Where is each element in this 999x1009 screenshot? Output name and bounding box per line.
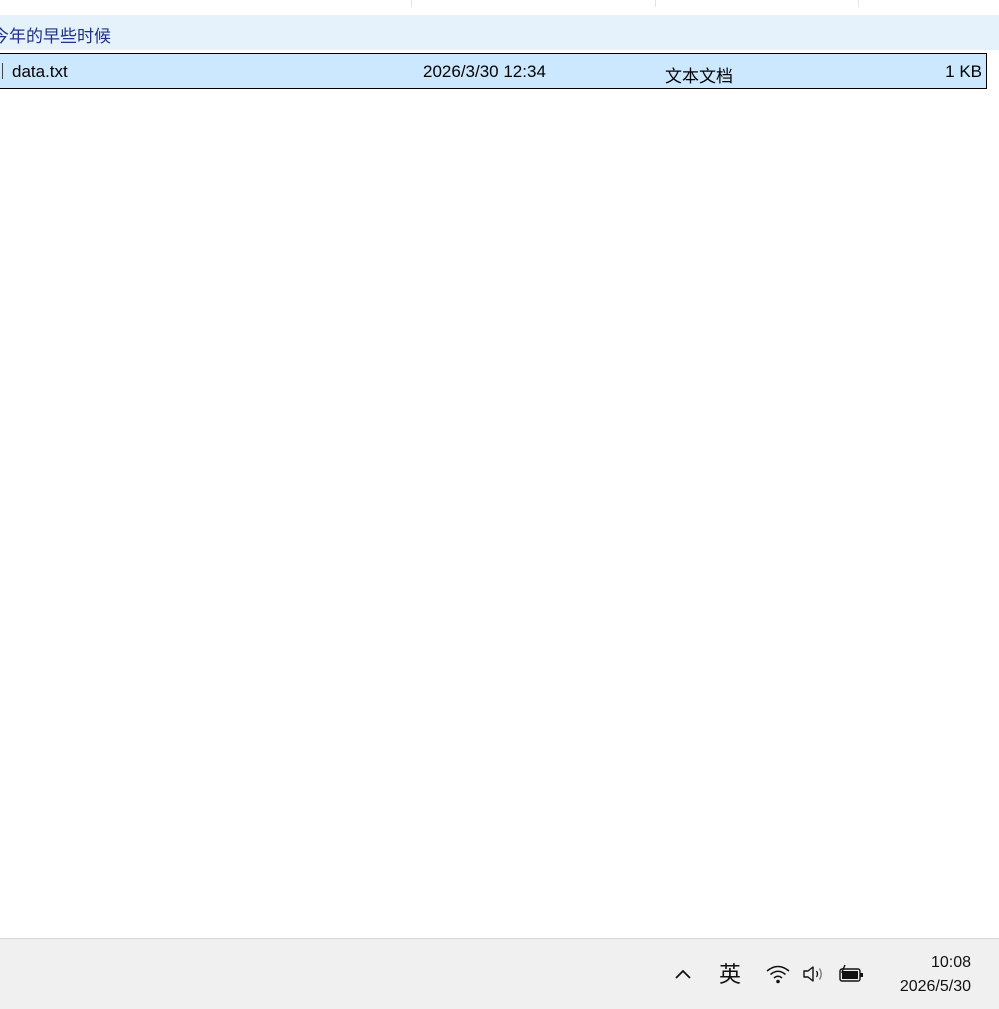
- text-file-icon: [0, 63, 3, 79]
- system-clock[interactable]: 10:08 2026/5/30: [900, 951, 971, 999]
- chevron-up-icon[interactable]: [670, 961, 696, 987]
- column-divider[interactable]: [411, 0, 412, 7]
- file-row-selected[interactable]: data.txt 2026/3/30 12:34 文本文档 1 KB: [0, 53, 987, 89]
- file-size: 1 KB: [945, 62, 982, 81]
- ime-language-indicator[interactable]: 英: [714, 957, 746, 989]
- group-header[interactable]: 今年的早些时候: [0, 15, 999, 50]
- file-name: data.txt: [12, 62, 68, 81]
- column-header: [0, 0, 999, 14]
- column-divider[interactable]: [858, 0, 859, 7]
- volume-icon[interactable]: [800, 961, 828, 987]
- clock-time: 10:08: [930, 954, 971, 971]
- group-label: 今年的早些时候: [0, 27, 111, 47]
- wifi-icon[interactable]: [764, 961, 792, 987]
- file-explorer-content: 今年的早些时候 data.txt 2026/3/30 12:34 文本文档 1 …: [0, 0, 999, 938]
- file-type: 文本文档: [665, 67, 733, 87]
- file-date-modified: 2026/3/30 12:34: [423, 62, 546, 81]
- battery-charging-icon[interactable]: [836, 961, 866, 987]
- column-divider[interactable]: [655, 0, 656, 7]
- clock-date: 2026/5/30: [899, 978, 971, 995]
- taskbar: 英 10:08 2026/5/30: [0, 938, 999, 1009]
